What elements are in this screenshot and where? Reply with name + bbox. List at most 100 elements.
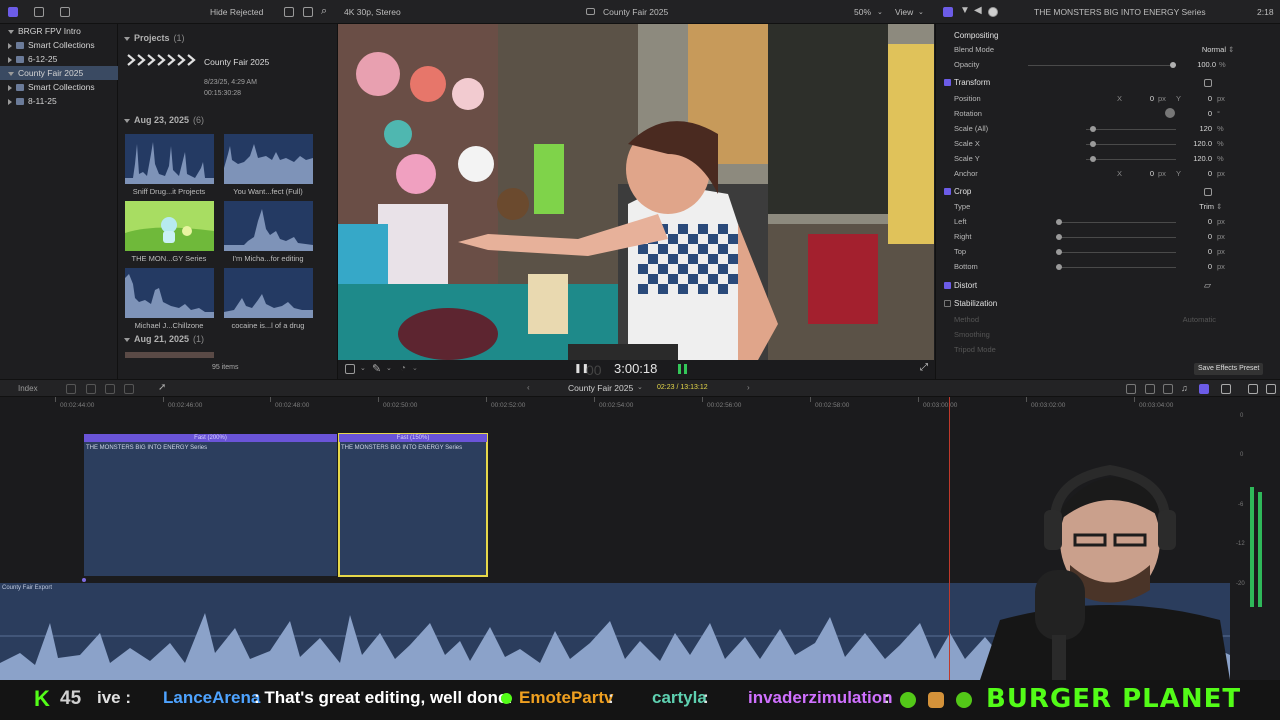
stabilization-checkbox[interactable] xyxy=(944,300,951,307)
skimming-icon[interactable] xyxy=(1163,384,1173,394)
zoom-menu[interactable]: 50% xyxy=(854,7,871,17)
crop-top-slider[interactable] xyxy=(1056,252,1176,253)
speed-gauge-icon[interactable]: ◔ xyxy=(400,363,406,374)
transform-tool-icon[interactable] xyxy=(345,364,355,374)
library-brgr-fpv-intro[interactable]: BRGR FPV Intro xyxy=(0,24,118,38)
insert-clip-icon[interactable] xyxy=(86,384,96,394)
crop-right-knob[interactable] xyxy=(1056,234,1062,240)
clip-appearance-icon[interactable] xyxy=(1126,384,1136,394)
transitions-browser-icon[interactable] xyxy=(1266,384,1276,394)
rotation-dial[interactable] xyxy=(1165,108,1175,118)
forward-arrow-icon[interactable]: › xyxy=(747,383,750,392)
scale-x-value[interactable]: 120.0 xyxy=(1180,139,1212,148)
timeline-clip-1[interactable]: Fast (200%) THE MONSTERS BIG INTO ENERGY… xyxy=(84,434,337,576)
opacity-row[interactable]: Opacity 100.0 % xyxy=(936,57,1280,72)
view-menu[interactable]: View xyxy=(895,7,913,17)
index-button[interactable]: Index xyxy=(18,384,38,393)
crop-right-row[interactable]: Right 0 px xyxy=(936,229,1280,244)
save-effects-preset-button[interactable]: Save Effects Preset xyxy=(1194,363,1264,375)
transform-onscreen-icon[interactable] xyxy=(1204,79,1212,87)
scale-x-row[interactable]: Scale X 120.0 % xyxy=(936,136,1280,151)
library-county-fair-2025[interactable]: County Fair 2025 xyxy=(0,66,118,80)
playhead-timecode[interactable]: 3:00:18 xyxy=(614,361,657,376)
distort-onscreen-icon[interactable]: ▱ xyxy=(1204,280,1211,291)
position-x-value[interactable]: 0 xyxy=(1132,94,1154,103)
crop-left-slider[interactable] xyxy=(1056,222,1176,223)
titles-icon[interactable] xyxy=(60,7,70,17)
crop-left-row[interactable]: Left 0 px xyxy=(936,214,1280,229)
anchor-x-value[interactable]: 0 xyxy=(1132,169,1154,178)
headphones-icon[interactable]: ♫ xyxy=(1181,383,1188,393)
crop-bottom-row[interactable]: Bottom 0 px xyxy=(936,259,1280,274)
scale-y-value[interactable]: 120.0 xyxy=(1180,154,1212,163)
scale-y-slider[interactable] xyxy=(1086,159,1176,160)
snapping-icon[interactable] xyxy=(1199,384,1209,394)
distort-header[interactable]: Distort ▱ xyxy=(936,278,1280,294)
fullscreen-icon[interactable]: ⤢ xyxy=(920,362,928,373)
project-name[interactable]: County Fair 2025 xyxy=(204,57,269,67)
scale-all-slider[interactable] xyxy=(1086,129,1176,130)
anchor-row[interactable]: Anchor X 0 px Y 0 px xyxy=(936,166,1280,181)
enhance-wand-icon[interactable]: ✎ xyxy=(372,362,381,375)
clip-speed-label[interactable]: Fast (200%) xyxy=(84,434,337,442)
crop-right-slider[interactable] xyxy=(1056,237,1176,238)
anchor-y-value[interactable]: 0 xyxy=(1190,169,1212,178)
crop-checkbox[interactable] xyxy=(944,188,951,195)
clip-thumbnail[interactable] xyxy=(125,134,214,184)
position-y-value[interactable]: 0 xyxy=(1190,94,1212,103)
crop-type-row[interactable]: Type Trim ⇕ xyxy=(936,199,1280,214)
scale-y-row[interactable]: Scale Y 120.0 % xyxy=(936,151,1280,166)
connect-clip-icon[interactable] xyxy=(66,384,76,394)
clip-speed-label[interactable]: Fast (150%) xyxy=(339,434,487,442)
transform-header[interactable]: Transform xyxy=(936,75,1280,91)
smart-collections-2[interactable]: Smart Collections xyxy=(0,80,118,94)
overwrite-clip-icon[interactable] xyxy=(124,384,134,394)
blend-mode-row[interactable]: Blend Mode Normal ⇕ xyxy=(936,42,1280,57)
list-view-icon[interactable] xyxy=(303,7,313,17)
position-row[interactable]: Position X 0 px Y 0 px xyxy=(936,91,1280,106)
aug21-section-header[interactable]: Aug 21, 2025 (1) xyxy=(124,334,204,344)
scale-all-knob[interactable] xyxy=(1090,126,1096,132)
opacity-value[interactable]: 100.0 xyxy=(1180,60,1216,69)
append-clip-icon[interactable] xyxy=(105,384,115,394)
crop-left-knob[interactable] xyxy=(1056,219,1062,225)
playhead[interactable] xyxy=(949,397,950,680)
clip-thumbnail[interactable] xyxy=(125,352,214,358)
aug23-section-header[interactable]: Aug 23, 2025 (6) xyxy=(124,115,204,125)
event-8-11-25[interactable]: 8-11-25 xyxy=(0,94,118,108)
clip-thumbnail[interactable] xyxy=(125,268,214,318)
opacity-slider[interactable] xyxy=(1028,65,1176,66)
scale-all-value[interactable]: 120 xyxy=(1190,124,1212,133)
color-inspector-icon[interactable]: ▼ xyxy=(960,5,970,16)
opacity-slider-knob[interactable] xyxy=(1170,62,1176,68)
distort-checkbox[interactable] xyxy=(944,282,951,289)
clip-thumbnail[interactable] xyxy=(224,268,313,318)
scale-x-knob[interactable] xyxy=(1090,141,1096,147)
info-inspector-icon[interactable] xyxy=(988,7,998,17)
timeline-project-name[interactable]: County Fair 2025 xyxy=(568,383,633,393)
audio-inspector-icon[interactable]: ◀ xyxy=(974,5,982,16)
transform-checkbox[interactable] xyxy=(944,79,951,86)
rotation-value[interactable]: 0 xyxy=(1190,109,1212,118)
rotation-row[interactable]: Rotation 0 ° xyxy=(936,106,1280,121)
blend-mode-value[interactable]: Normal xyxy=(1186,45,1226,54)
effects-browser-icon[interactable] xyxy=(1248,384,1258,394)
scale-all-row[interactable]: Scale (All) 120 % xyxy=(936,121,1280,136)
stabilization-header[interactable]: Stabilization xyxy=(936,296,1280,312)
timeline-index-icon[interactable] xyxy=(1221,384,1231,394)
timeline-clip-2-selected[interactable]: Fast (150%) THE MONSTERS BIG INTO ENERGY… xyxy=(338,433,488,577)
hide-rejected-filter[interactable]: Hide Rejected xyxy=(210,7,263,17)
crop-bottom-knob[interactable] xyxy=(1056,264,1062,270)
crop-bottom-slider[interactable] xyxy=(1056,267,1176,268)
select-tool-icon[interactable]: ➚ xyxy=(158,382,166,393)
photos-icon[interactable] xyxy=(34,7,44,17)
crop-top-row[interactable]: Top 0 px xyxy=(936,244,1280,259)
clip-thumbnail[interactable] xyxy=(125,201,214,251)
timeline-ruler[interactable]: 00:02:44:00 00:02:46:00 00:02:48:00 00:0… xyxy=(0,397,1230,411)
scale-x-slider[interactable] xyxy=(1086,144,1176,145)
library-icon[interactable] xyxy=(8,7,18,17)
filmstrip-view-icon[interactable] xyxy=(284,7,294,17)
project-thumbnail[interactable] xyxy=(126,54,202,66)
projects-section-header[interactable]: Projects (1) xyxy=(124,33,185,43)
crop-header[interactable]: Crop xyxy=(936,184,1280,200)
